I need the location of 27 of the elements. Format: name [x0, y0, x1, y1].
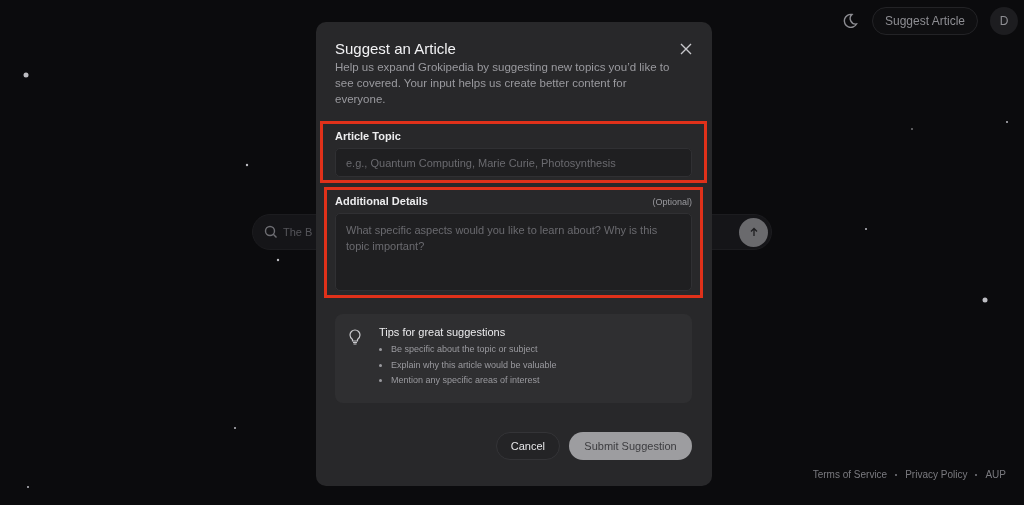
details-textarea[interactable]: What specific aspects would you like to learn about? Why is this topic important? — [335, 213, 692, 291]
tip-text: Be specific about the topic or subject — [391, 343, 538, 356]
lightbulb-icon — [349, 329, 361, 345]
footer-link[interactable]: AUP — [985, 469, 1006, 480]
send-button[interactable] — [739, 217, 768, 247]
dialog-description: Help us expand Grokipedia by suggesting new topics you’d like to see covered. Your input helps us create better content for everyone. — [335, 60, 671, 107]
cancel-button[interactable]: Cancel — [495, 431, 560, 460]
footer-link[interactable]: Terms of Service — [812, 469, 888, 480]
suggest-article-button[interactable]: Suggest Article — [871, 7, 978, 35]
search-placeholder: The B — [283, 226, 313, 238]
optional-note: (Optional) — [652, 197, 692, 207]
tips-title: Tips for great suggestions — [379, 326, 507, 338]
footer-link[interactable]: Privacy Policy — [905, 469, 968, 480]
search-icon — [264, 225, 278, 239]
field-label: Article Topic — [335, 130, 401, 142]
tip-text: Mention any specific areas of interest — [391, 374, 540, 387]
close-icon[interactable] — [680, 42, 692, 55]
arrow-up-icon — [748, 227, 759, 237]
dialog-title: Suggest an Article — [335, 40, 456, 57]
topic-input[interactable]: e.g., Quantum Computing, Marie Curie, Photosynthesis — [335, 148, 692, 177]
bullet-icon — [379, 363, 382, 367]
user-avatar[interactable]: D — [990, 7, 1018, 35]
bullet-icon — [379, 348, 382, 352]
bullet-icon — [379, 379, 382, 383]
field-label: Additional Details — [335, 195, 428, 207]
tip-text: Explain why this article would be valuable — [391, 358, 557, 372]
moon-icon[interactable] — [841, 13, 858, 29]
